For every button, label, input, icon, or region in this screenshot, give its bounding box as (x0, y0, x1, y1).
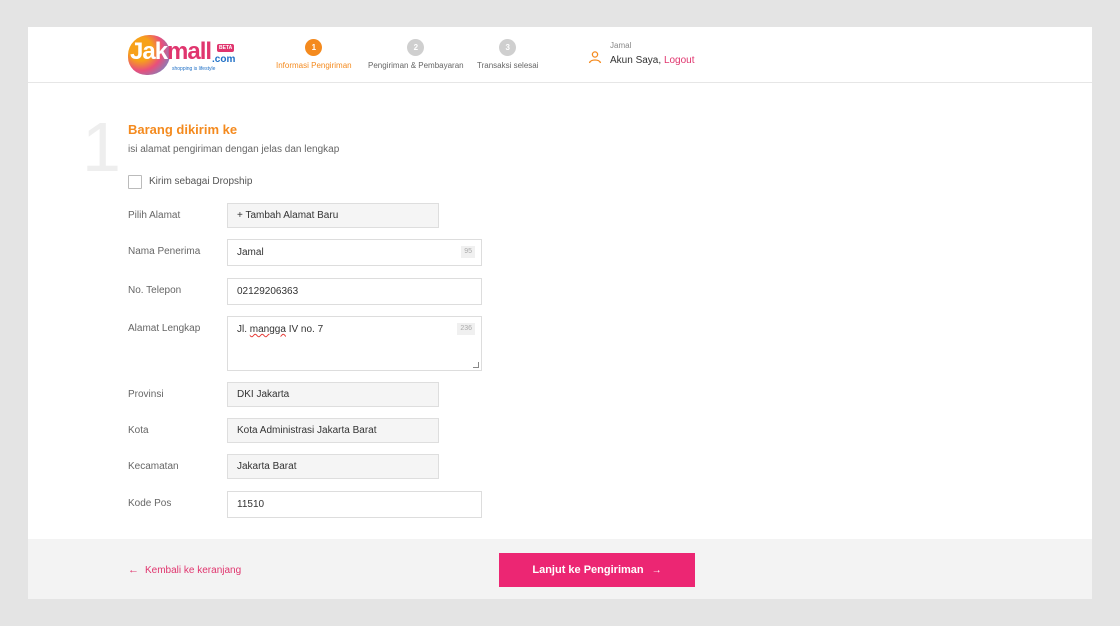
nama-penerima-counter: 95 (461, 246, 475, 258)
back-to-cart-link[interactable]: ← Kembali ke keranjang (128, 564, 241, 576)
logo-wordmark: Jakmall (130, 38, 212, 65)
alamat-lengkap-textarea[interactable]: Jl. mangga IV no. 7 236 (227, 316, 482, 371)
user-name: Jamal (610, 41, 632, 50)
arrow-right-icon: → (651, 565, 662, 576)
beta-badge: BETA (217, 44, 235, 52)
dropship-checkbox[interactable] (128, 175, 142, 189)
kode-pos-input[interactable]: 11510 (227, 491, 482, 518)
misspelled-word: mangga (249, 324, 286, 335)
continue-button-label: Lanjut ke Pengiriman (532, 564, 644, 576)
alamat-lengkap-counter: 236 (457, 323, 475, 335)
back-to-cart-label: Kembali ke keranjang (145, 565, 242, 576)
footer-bar: ← Kembali ke keranjang Lanjut ke Pengirim… (28, 539, 1092, 599)
nama-penerima-value: Jamal (237, 247, 264, 258)
section-title: Barang dikirim ke (128, 122, 238, 137)
no-telepon-value: 02129206363 (237, 286, 299, 297)
step-label: Informasi Pengiriman (276, 61, 352, 70)
checkout-page: Jakmall BETA .com shopping is lifestyle … (28, 27, 1092, 599)
nama-penerima-input[interactable]: Jamal 95 (227, 239, 482, 266)
step-number: 2 (407, 39, 425, 56)
alamat-lengkap-value: Jl. mangga IV no. 7 (237, 324, 324, 335)
no-telepon-label: No. Telepon (128, 285, 182, 296)
pilih-alamat-value: + Tambah Alamat Baru (237, 210, 339, 221)
kode-pos-value: 11510 (237, 499, 265, 510)
step-label: Transaksi selesai (477, 61, 539, 70)
kota-label: Kota (128, 425, 149, 436)
logo-domain: .com (212, 54, 236, 65)
header: Jakmall BETA .com shopping is lifestyle … (28, 27, 1092, 83)
nama-penerima-label: Nama Penerima (128, 246, 201, 257)
user-icon (588, 51, 602, 64)
step-informasi-pengiriman: 1 Informasi Pengiriman (276, 39, 352, 70)
jakmall-logo[interactable]: Jakmall BETA .com shopping is lifestyle (128, 34, 248, 76)
resize-grip-icon[interactable] (473, 362, 479, 368)
pilih-alamat-select[interactable]: + Tambah Alamat Baru (227, 203, 439, 228)
logout-link[interactable]: Logout (664, 55, 695, 66)
provinsi-label: Provinsi (128, 389, 164, 400)
kota-value: Kota Administrasi Jakarta Barat (237, 425, 377, 436)
section-number: 1 (82, 108, 121, 186)
provinsi-value: DKI Jakarta (237, 389, 290, 400)
step-pengiriman-pembayaran: 2 Pengiriman & Pembayaran (368, 39, 464, 70)
arrow-left-icon: ← (128, 564, 139, 576)
dropship-label: Kirim sebagai Dropship (149, 176, 253, 187)
step-label: Pengiriman & Pembayaran (368, 61, 464, 70)
continue-to-shipping-button[interactable]: Lanjut ke Pengiriman → (499, 553, 695, 587)
kota-select[interactable]: Kota Administrasi Jakarta Barat (227, 418, 439, 443)
kecamatan-label: Kecamatan (128, 461, 179, 472)
account-links: Akun Saya, Logout (610, 55, 695, 66)
step-number: 3 (499, 39, 517, 56)
kode-pos-label: Kode Pos (128, 498, 172, 509)
pilih-alamat-label: Pilih Alamat (128, 210, 181, 221)
no-telepon-input[interactable]: 02129206363 (227, 278, 482, 305)
step-transaksi-selesai: 3 Transaksi selesai (477, 39, 539, 70)
section-subtitle: isi alamat pengiriman dengan jelas dan l… (128, 144, 340, 155)
step-number: 1 (305, 39, 323, 56)
my-account-link[interactable]: Akun Saya, (610, 55, 661, 66)
logo-tagline: shopping is lifestyle (172, 66, 216, 72)
alamat-lengkap-label: Alamat Lengkap (128, 323, 201, 334)
provinsi-select[interactable]: DKI Jakarta (227, 382, 439, 407)
kecamatan-select[interactable]: Jakarta Barat (227, 454, 439, 479)
kecamatan-value: Jakarta Barat (237, 461, 297, 472)
